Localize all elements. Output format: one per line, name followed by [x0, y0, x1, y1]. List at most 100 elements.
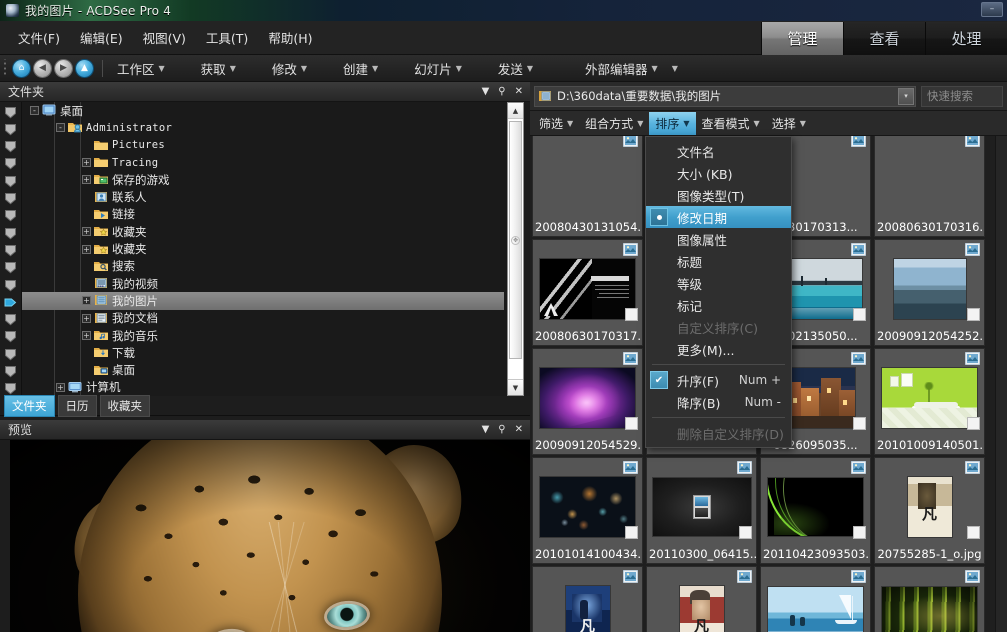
thumbnail-item[interactable]: 20101014100434... — [532, 457, 643, 564]
sort-dropdown-menu[interactable]: 文件名大小 (KB)图像类型(T)修改日期图像属性标题等级标记自定义排序(C)更… — [645, 136, 792, 448]
tree-item-9[interactable]: 搜索 — [22, 258, 504, 275]
toolbar-slideshow[interactable]: 幻灯片▼ — [407, 57, 469, 80]
sort-menu-item-0[interactable]: 文件名 — [646, 140, 791, 162]
pin-icon[interactable]: ⚲ — [498, 425, 505, 435]
sort-menu-item-2[interactable]: 图像类型(T) — [646, 184, 791, 206]
expand-icon[interactable]: + — [82, 158, 91, 167]
pin-icon[interactable]: ⚲ — [498, 87, 505, 97]
tab-view[interactable]: 查看 — [843, 22, 925, 55]
expand-icon[interactable]: + — [82, 314, 91, 323]
tree-item-12[interactable]: +我的文档 — [22, 310, 504, 327]
thumbnail-checkbox[interactable] — [739, 526, 752, 539]
back-arrow-icon[interactable]: ◀ — [34, 60, 51, 77]
tree-item-1[interactable]: -Administrator — [22, 119, 504, 136]
menu-edit[interactable]: 编辑(E) — [70, 24, 133, 51]
viewmode-button[interactable]: 查看模式▼ — [696, 112, 766, 135]
toolbar-overflow[interactable]: ▼ — [665, 62, 685, 75]
scrollbar-thumb[interactable]: ✥ — [509, 121, 522, 359]
forward-arrow-icon[interactable]: ▶ — [55, 60, 72, 77]
tree-item-7[interactable]: +收藏夹 — [22, 223, 504, 240]
folder-tree[interactable]: -桌面-AdministratorPictures+Tracing+保存的游戏联… — [0, 102, 530, 396]
thumbnail-checkbox[interactable] — [967, 526, 980, 539]
tree-item-2[interactable]: Pictures — [22, 137, 504, 154]
sort-button[interactable]: 排序▼ — [649, 112, 695, 135]
thumbnail-item[interactable] — [760, 566, 871, 632]
menu-help[interactable]: 帮助(H) — [258, 24, 322, 51]
tree-item-3[interactable]: +Tracing — [22, 154, 504, 171]
thumbnail-item[interactable]: 20080630170317... — [532, 239, 643, 346]
thumbnail-checkbox[interactable] — [967, 308, 980, 321]
tree-item-13[interactable]: +我的音乐 — [22, 327, 504, 344]
thumbnail-checkbox[interactable] — [625, 526, 638, 539]
panel-menu-icon[interactable]: ▼ — [482, 87, 490, 97]
tree-item-8[interactable]: +收藏夹 — [22, 240, 504, 257]
thumbnail-checkbox[interactable] — [853, 526, 866, 539]
thumbnail-item[interactable]: 20110300_06415... — [646, 457, 757, 564]
thumbnail-checkbox[interactable] — [625, 308, 638, 321]
filter-button[interactable]: 筛选▼ — [533, 112, 579, 135]
expand-icon[interactable]: + — [56, 383, 65, 392]
tree-item-11[interactable]: +我的图片 — [22, 292, 504, 309]
sort-menu-item-3[interactable]: 修改日期 — [646, 206, 791, 228]
select-button[interactable]: 选择▼ — [766, 112, 812, 135]
thumbnail-checkbox[interactable] — [853, 308, 866, 321]
sort-menu-item-7[interactable]: 标记 — [646, 294, 791, 316]
close-icon[interactable]: ✕ — [515, 425, 523, 435]
panel-tab-calendar[interactable]: 日历 — [58, 395, 97, 417]
collapse-icon[interactable]: - — [30, 106, 39, 115]
toolbar-acquire[interactable]: 获取▼ — [194, 57, 243, 80]
grid-scrollbar[interactable] — [995, 136, 1007, 632]
tree-scrollbar[interactable]: ▲ ✥ ▼ — [507, 102, 524, 396]
collapse-icon[interactable]: - — [56, 123, 65, 132]
home-icon[interactable]: ⌂ — [13, 60, 30, 77]
up-arrow-icon[interactable]: ▲ — [76, 60, 93, 77]
tab-process[interactable]: 处理 — [925, 22, 1007, 55]
sort-menu-item-9[interactable]: 更多(M)... — [646, 338, 791, 360]
tree-item-5[interactable]: 联系人 — [22, 188, 504, 205]
toolbar-create[interactable]: 创建▼ — [336, 57, 385, 80]
expand-icon[interactable]: + — [82, 175, 91, 184]
toolbar-workspace[interactable]: 工作区▼ — [110, 57, 172, 80]
scroll-down-icon[interactable]: ▼ — [508, 379, 523, 395]
toolbar-gripper[interactable] — [2, 59, 9, 77]
sort-menu-item-1[interactable]: 大小 (KB) — [646, 162, 791, 184]
sort-menu-item-12[interactable]: 降序(B)Num - — [646, 391, 791, 413]
tree-item-10[interactable]: 我的视频 — [22, 275, 504, 292]
minimize-button[interactable]: – — [981, 2, 1003, 17]
panel-tab-favorites[interactable]: 收藏夹 — [100, 395, 151, 417]
thumbnail-item[interactable]: 凡 — [532, 566, 643, 632]
toolbar-send[interactable]: 发送▼ — [491, 57, 540, 80]
menu-file[interactable]: 文件(F) — [8, 24, 70, 51]
menu-tools[interactable]: 工具(T) — [196, 24, 258, 51]
panel-menu-icon[interactable]: ▼ — [482, 425, 490, 435]
sort-menu-item-6[interactable]: 等级 — [646, 272, 791, 294]
tree-item-0[interactable]: -桌面 — [22, 102, 504, 119]
expand-icon[interactable]: + — [82, 331, 91, 340]
thumbnail-checkbox[interactable] — [625, 417, 638, 430]
panel-tab-folders[interactable]: 文件夹 — [4, 395, 55, 417]
menu-view[interactable]: 视图(V) — [133, 24, 196, 51]
path-input[interactable]: D:\360data\重要数据\我的图片 ▾ — [534, 86, 916, 107]
thumbnail-item[interactable]: 20101009140501... — [874, 348, 985, 455]
expand-icon[interactable]: + — [82, 227, 91, 236]
thumbnail-item[interactable] — [874, 566, 985, 632]
scroll-up-icon[interactable]: ▲ — [508, 103, 523, 119]
quick-search-input[interactable]: 快速搜索 — [921, 86, 1003, 107]
toolbar-edit[interactable]: 修改▼ — [265, 57, 314, 80]
toolbar-external-editor[interactable]: 外部编辑器▼ — [578, 57, 665, 80]
thumbnail-item[interactable]: 20080430131054... — [532, 136, 643, 237]
thumbnail-item[interactable]: 凡20755285-1_o.jpg — [874, 457, 985, 564]
close-icon[interactable]: ✕ — [515, 87, 523, 97]
thumbnail-item[interactable]: 凡 — [646, 566, 757, 632]
sort-menu-item-4[interactable]: 图像属性 — [646, 228, 791, 250]
thumbnail-checkbox[interactable] — [853, 417, 866, 430]
tab-manage[interactable]: 管理 — [761, 22, 843, 55]
thumbnail-checkbox[interactable] — [967, 417, 980, 430]
tree-item-15[interactable]: 桌面 — [22, 361, 504, 378]
sort-menu-item-11[interactable]: ✔升序(F)Num + — [646, 369, 791, 391]
thumbnail-item[interactable]: 20090912054529... — [532, 348, 643, 455]
thumbnail-item[interactable]: 20110423093503... — [760, 457, 871, 564]
thumbnail-item[interactable]: 20080630170316... — [874, 136, 985, 237]
sort-menu-item-5[interactable]: 标题 — [646, 250, 791, 272]
groupby-button[interactable]: 组合方式▼ — [579, 112, 649, 135]
